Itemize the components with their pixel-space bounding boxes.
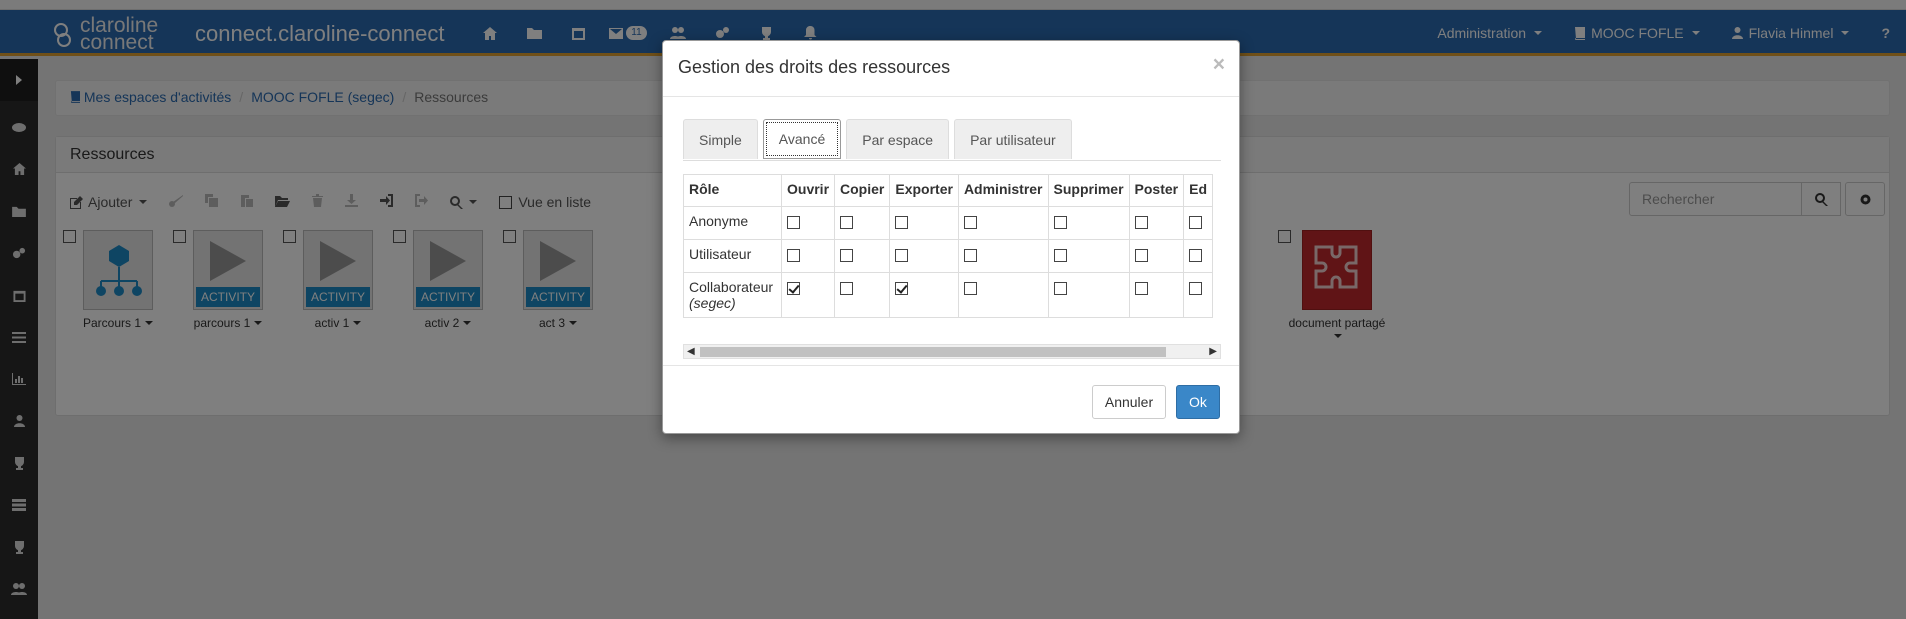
table-header-row: Rôle Ouvrir Copier Exporter Administrer … — [683, 174, 1213, 207]
permission-checkbox[interactable] — [787, 281, 800, 295]
permission-checkbox[interactable] — [1053, 281, 1067, 295]
permission-cell — [1128, 272, 1185, 318]
column-header: Exporter — [889, 174, 959, 207]
cancel-button[interactable]: Annuler — [1092, 385, 1166, 419]
permission-cell — [1047, 239, 1130, 273]
column-header: Supprimer — [1047, 174, 1130, 207]
permission-checkbox[interactable] — [963, 281, 977, 295]
role-name: Collaborateur — [689, 279, 774, 295]
permission-checkbox[interactable] — [840, 248, 854, 262]
permission-checkbox[interactable] — [1134, 215, 1148, 229]
close-icon[interactable]: × — [1213, 53, 1225, 77]
column-header: Administrer — [957, 174, 1049, 207]
permission-checkbox[interactable] — [1134, 281, 1148, 295]
scroll-right-icon[interactable]: ▶ — [1209, 346, 1217, 357]
role-name: Anonyme — [689, 213, 749, 229]
permission-cell — [889, 206, 959, 240]
permission-checkbox[interactable] — [787, 248, 800, 262]
permission-checkbox[interactable] — [963, 248, 977, 262]
permission-cell — [889, 239, 959, 273]
permission-cell — [1128, 206, 1185, 240]
permission-cell — [834, 206, 891, 240]
scrollbar-thumb[interactable] — [700, 347, 1166, 357]
column-header: Copier — [834, 174, 891, 207]
tab-simple[interactable]: Simple — [683, 119, 758, 159]
permission-cell — [1183, 239, 1213, 273]
permission-checkbox[interactable] — [895, 281, 909, 295]
permission-checkbox[interactable] — [1189, 248, 1203, 262]
permission-cell — [1047, 272, 1130, 318]
rights-table: Rôle Ouvrir Copier Exporter Administrer … — [683, 174, 1213, 318]
role-cell: Anonyme — [683, 206, 782, 240]
rights-table-body: Anonyme Utilisateur Collaborateur (segec… — [683, 206, 1213, 318]
permission-cell — [957, 206, 1049, 240]
permission-cell — [957, 239, 1049, 273]
ok-button[interactable]: Ok — [1176, 385, 1220, 419]
permission-cell — [834, 272, 891, 318]
permission-cell — [780, 272, 836, 318]
permission-cell — [780, 239, 836, 273]
tab-by-user[interactable]: Par utilisateur — [954, 119, 1072, 159]
permission-checkbox[interactable] — [963, 215, 977, 229]
permission-cell — [1183, 272, 1213, 318]
table-row: Utilisateur — [683, 239, 1213, 273]
modal-footer: Annuler Ok — [663, 365, 1239, 435]
table-row: Anonyme — [683, 206, 1213, 240]
permission-cell — [834, 239, 891, 273]
permission-checkbox[interactable] — [895, 248, 909, 262]
permission-checkbox[interactable] — [840, 281, 854, 295]
role-workspace: (segec) — [689, 295, 736, 311]
permission-checkbox[interactable] — [895, 215, 909, 229]
tab-advanced[interactable]: Avancé — [762, 119, 842, 159]
rights-modal: Gestion des droits des ressources × Simp… — [662, 40, 1240, 434]
permission-cell — [957, 272, 1049, 318]
permission-cell — [889, 272, 959, 318]
permission-cell — [1128, 239, 1185, 273]
horizontal-scrollbar[interactable]: ◀ ▶ — [683, 344, 1221, 359]
permission-cell — [1183, 206, 1213, 240]
role-cell: Utilisateur — [683, 239, 782, 273]
column-header: Ed — [1183, 174, 1213, 207]
permission-checkbox[interactable] — [1189, 281, 1203, 295]
modal-title: Gestion des droits des ressources — [678, 57, 951, 77]
role-cell: Collaborateur (segec) — [683, 272, 782, 318]
rights-tabs: Simple Avancé Par espace Par utilisateur — [683, 119, 1221, 161]
tab-by-workspace[interactable]: Par espace — [846, 119, 950, 159]
column-header: Poster — [1128, 174, 1185, 207]
permission-checkbox[interactable] — [1189, 215, 1203, 229]
scroll-left-icon[interactable]: ◀ — [687, 346, 695, 357]
modal-header: Gestion des droits des ressources × — [663, 41, 1239, 97]
table-row: Collaborateur (segec) — [683, 272, 1213, 318]
column-header: Rôle — [683, 174, 782, 207]
permission-checkbox[interactable] — [1134, 248, 1148, 262]
permission-checkbox[interactable] — [1053, 215, 1067, 229]
rights-table-container: Rôle Ouvrir Copier Exporter Administrer … — [683, 174, 1221, 326]
role-name: Utilisateur — [689, 246, 752, 262]
column-header: Ouvrir — [780, 174, 836, 207]
permission-checkbox[interactable] — [840, 215, 854, 229]
permission-checkbox[interactable] — [1053, 248, 1067, 262]
permission-cell — [780, 206, 836, 240]
permission-cell — [1047, 206, 1130, 240]
permission-checkbox[interactable] — [787, 215, 800, 229]
